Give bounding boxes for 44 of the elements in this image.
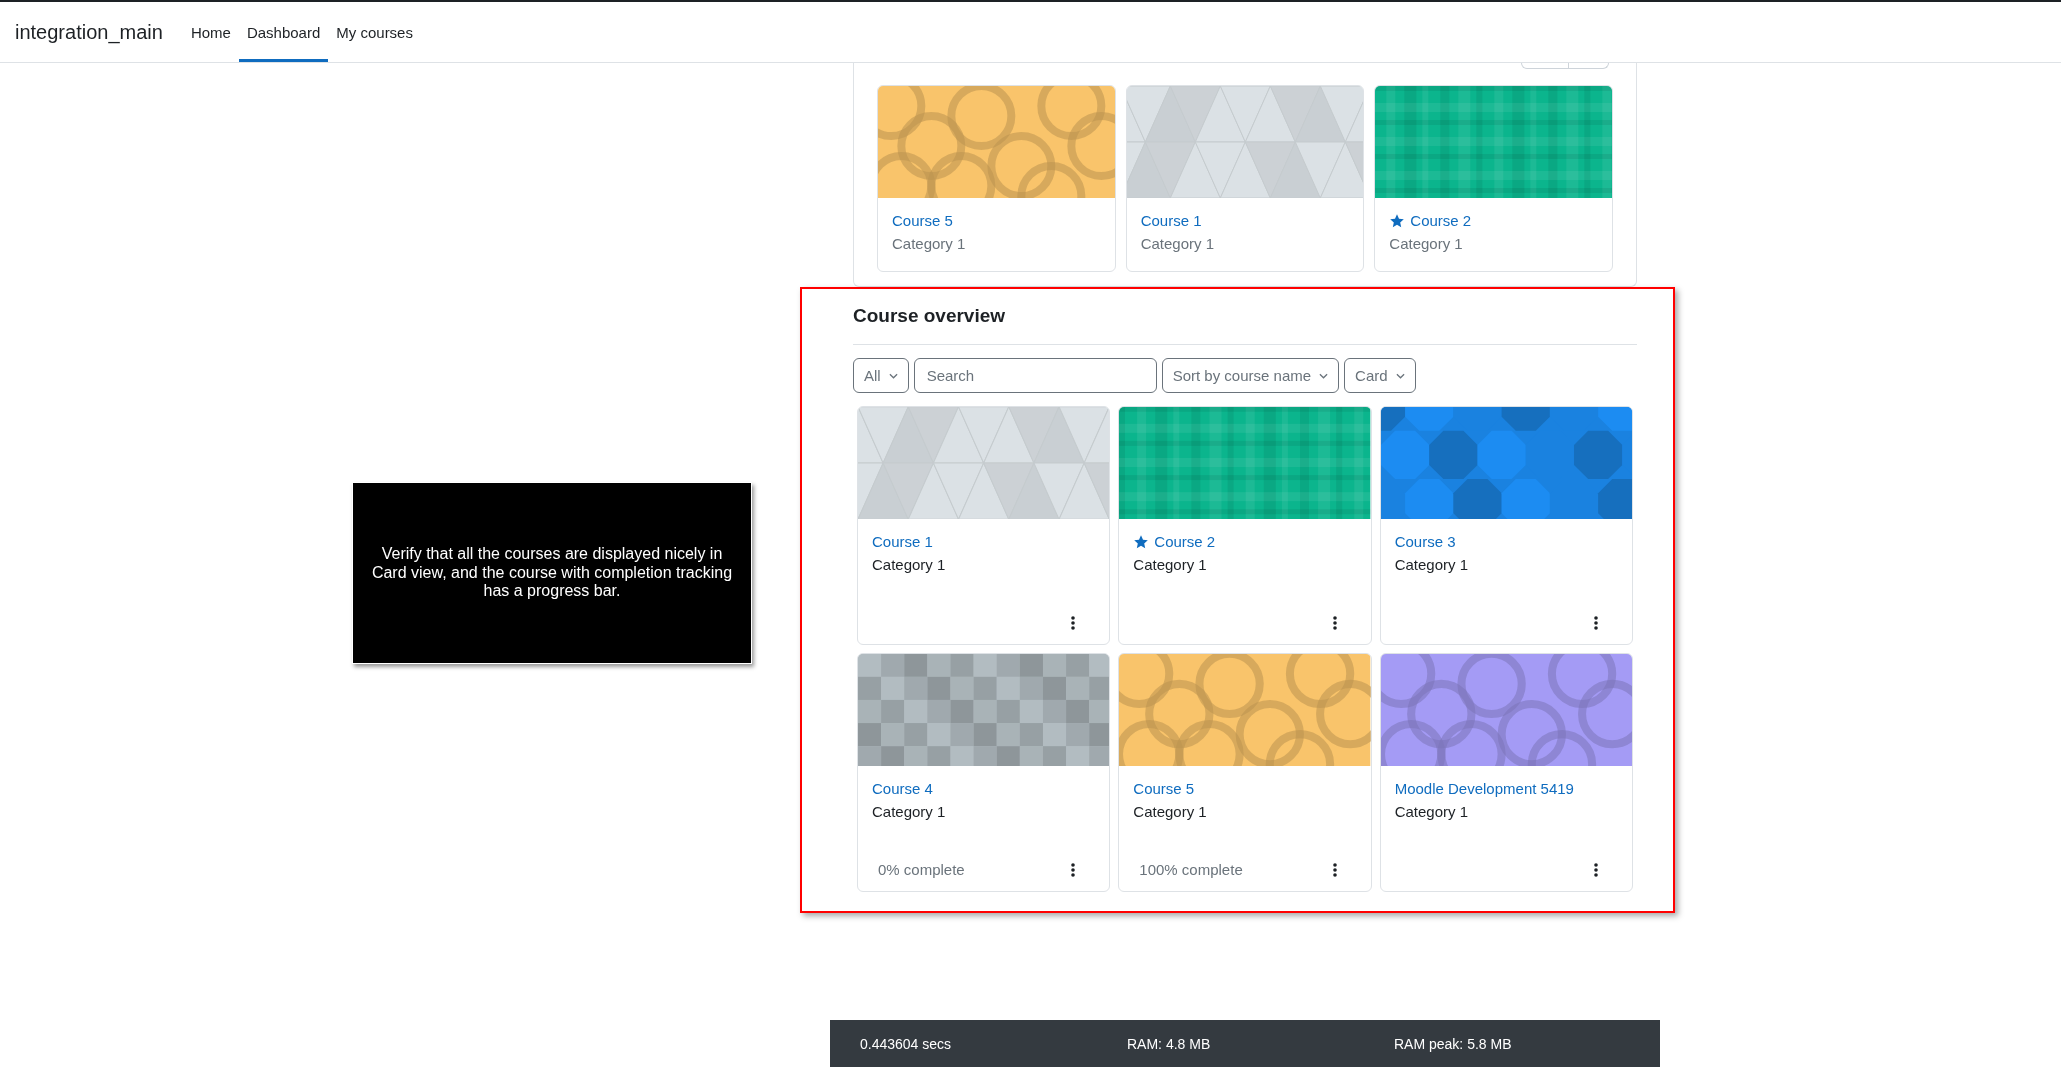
tour-step-text: Verify that all the courses are displayed nicely in Card view, and the course with completion tracking has a progress bar.	[370, 545, 734, 601]
course-link[interactable]: Course 3	[1394, 533, 1456, 550]
course-link[interactable]: Course 2	[1154, 533, 1216, 550]
more-icon	[1594, 616, 1598, 630]
course-category: Category 1	[872, 556, 946, 573]
course-category: Category 1	[1133, 556, 1207, 573]
star-icon	[1133, 533, 1150, 550]
sort-dropdown[interactable]: Sort by course name	[1161, 358, 1340, 393]
course-category: Category 1	[872, 803, 946, 820]
course-link[interactable]: Course 1	[1140, 212, 1202, 229]
course-link[interactable]: Course 5	[892, 212, 953, 229]
nav-link[interactable]: My courses	[328, 2, 421, 62]
site-name[interactable]: integration_main	[15, 2, 163, 62]
course-category: Category 1	[1394, 556, 1469, 573]
footer-stat: 0.443604 secs	[860, 1035, 952, 1052]
star-icon	[1389, 212, 1406, 229]
view-dropdown[interactable]: Card	[1344, 358, 1416, 393]
course-link[interactable]: Course 5	[1133, 780, 1195, 797]
course-link[interactable]: Moodle Development 5419	[1394, 780, 1574, 797]
footer-stat: RAM: 4.8 MB	[1127, 1035, 1211, 1052]
more-icon	[1071, 616, 1076, 630]
more-icon	[1594, 863, 1598, 877]
more-icon	[1332, 863, 1337, 877]
course-category: Category 1	[1140, 235, 1215, 252]
caret-icon	[1395, 372, 1405, 379]
course-category: Category 1	[1133, 803, 1207, 820]
caret-icon	[888, 372, 898, 379]
course-link[interactable]: Course 1	[872, 533, 933, 550]
more-icon	[1071, 863, 1076, 877]
course-category: Category 1	[892, 235, 966, 252]
course-category: Category 1	[1389, 235, 1463, 252]
course-category: Category 1	[1394, 803, 1469, 820]
progress-text: 100% complete	[1139, 861, 1243, 878]
footer-stat: RAM peak: 5.8 MB	[1394, 1035, 1512, 1052]
search-field[interactable]: Search	[913, 358, 1157, 393]
section-title: Course overview	[853, 305, 1006, 327]
progress-text: 0% complete	[878, 861, 965, 878]
course-link[interactable]: Course 2	[1410, 212, 1472, 229]
caret-icon	[1319, 372, 1329, 379]
nav-link[interactable]: Home	[182, 2, 239, 62]
nav-link[interactable]: Dashboard	[238, 2, 329, 62]
more-icon	[1332, 616, 1337, 630]
course-link[interactable]: Course 4	[872, 780, 933, 797]
grouping-dropdown[interactable]: All	[853, 358, 909, 393]
